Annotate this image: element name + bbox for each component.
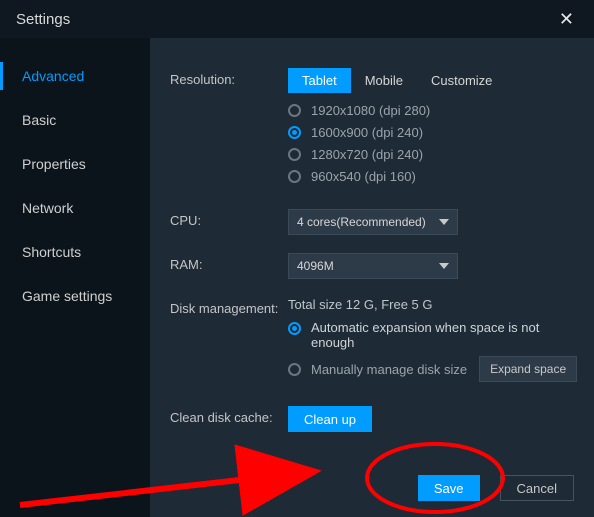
option-text: 1920x1080 (dpi 280) bbox=[311, 103, 430, 118]
cancel-button[interactable]: Cancel bbox=[500, 475, 574, 501]
option-text: Automatic expansion when space is not en… bbox=[311, 320, 541, 350]
option-text: 1280x720 (dpi 240) bbox=[311, 147, 423, 162]
expand-space-button[interactable]: Expand space bbox=[479, 356, 577, 382]
row-ram: RAM: 4096M bbox=[170, 253, 580, 279]
resolution-option[interactable]: 1920x1080 (dpi 280) bbox=[288, 103, 580, 118]
radio-icon bbox=[288, 363, 301, 376]
ram-select[interactable]: 4096M bbox=[288, 253, 458, 279]
sidebar-item-properties[interactable]: Properties bbox=[0, 142, 150, 186]
titlebar: Settings ✕ bbox=[0, 0, 594, 38]
sidebar-item-label: Advanced bbox=[22, 68, 84, 84]
footer-buttons: Save Cancel bbox=[418, 475, 574, 501]
resolution-tabs: Tablet Mobile Customize bbox=[288, 68, 506, 93]
save-button[interactable]: Save bbox=[418, 475, 480, 501]
row-cpu: CPU: 4 cores(Recommended) bbox=[170, 209, 580, 235]
radio-icon bbox=[288, 104, 301, 117]
ram-label: RAM: bbox=[170, 253, 288, 272]
resolution-option[interactable]: 960x540 (dpi 160) bbox=[288, 169, 580, 184]
cpu-label: CPU: bbox=[170, 209, 288, 228]
disk-label: Disk management: bbox=[170, 297, 288, 316]
option-text: 1600x900 (dpi 240) bbox=[311, 125, 423, 140]
disk-option-manual[interactable]: Manually manage disk size Expand space bbox=[288, 356, 580, 382]
tab-customize[interactable]: Customize bbox=[417, 68, 506, 93]
cpu-select[interactable]: 4 cores(Recommended) bbox=[288, 209, 458, 235]
clean-up-button[interactable]: Clean up bbox=[288, 406, 372, 432]
tab-mobile[interactable]: Mobile bbox=[351, 68, 417, 93]
radio-icon bbox=[288, 322, 301, 335]
sidebar-item-label: Shortcuts bbox=[22, 244, 81, 260]
settings-panel: Resolution: Tablet Mobile Customize 1920… bbox=[150, 38, 594, 517]
sidebar-item-label: Basic bbox=[22, 112, 56, 128]
sidebar-item-label: Game settings bbox=[22, 288, 112, 304]
resolution-label: Resolution: bbox=[170, 68, 288, 87]
radio-icon bbox=[288, 126, 301, 139]
sidebar-item-advanced[interactable]: Advanced bbox=[0, 54, 150, 98]
select-value: 4 cores(Recommended) bbox=[297, 215, 426, 229]
chevron-down-icon bbox=[439, 219, 449, 225]
resolution-option[interactable]: 1600x900 (dpi 240) bbox=[288, 125, 580, 140]
sidebar-item-network[interactable]: Network bbox=[0, 186, 150, 230]
option-text: Manually manage disk size bbox=[311, 362, 467, 377]
tab-tablet[interactable]: Tablet bbox=[288, 68, 351, 93]
resolution-option[interactable]: 1280x720 (dpi 240) bbox=[288, 147, 580, 162]
radio-icon bbox=[288, 170, 301, 183]
sidebar: Advanced Basic Properties Network Shortc… bbox=[0, 38, 150, 517]
option-text: 960x540 (dpi 160) bbox=[311, 169, 416, 184]
sidebar-item-shortcuts[interactable]: Shortcuts bbox=[0, 230, 150, 274]
radio-icon bbox=[288, 148, 301, 161]
row-clean: Clean disk cache: Clean up bbox=[170, 406, 580, 432]
close-icon[interactable]: ✕ bbox=[553, 5, 580, 34]
window-title: Settings bbox=[16, 11, 70, 28]
chevron-down-icon bbox=[439, 263, 449, 269]
sidebar-item-label: Properties bbox=[22, 156, 86, 172]
select-value: 4096M bbox=[297, 259, 334, 273]
resolution-options: 1920x1080 (dpi 280) 1600x900 (dpi 240) 1… bbox=[288, 103, 580, 184]
row-disk: Disk management: Total size 12 G, Free 5… bbox=[170, 297, 580, 388]
clean-label: Clean disk cache: bbox=[170, 406, 288, 425]
disk-info: Total size 12 G, Free 5 G bbox=[288, 297, 580, 312]
sidebar-item-game-settings[interactable]: Game settings bbox=[0, 274, 150, 318]
sidebar-item-label: Network bbox=[22, 200, 73, 216]
sidebar-item-basic[interactable]: Basic bbox=[0, 98, 150, 142]
row-resolution: Resolution: Tablet Mobile Customize 1920… bbox=[170, 68, 580, 191]
disk-option-auto[interactable]: Automatic expansion when space is not en… bbox=[288, 320, 580, 350]
